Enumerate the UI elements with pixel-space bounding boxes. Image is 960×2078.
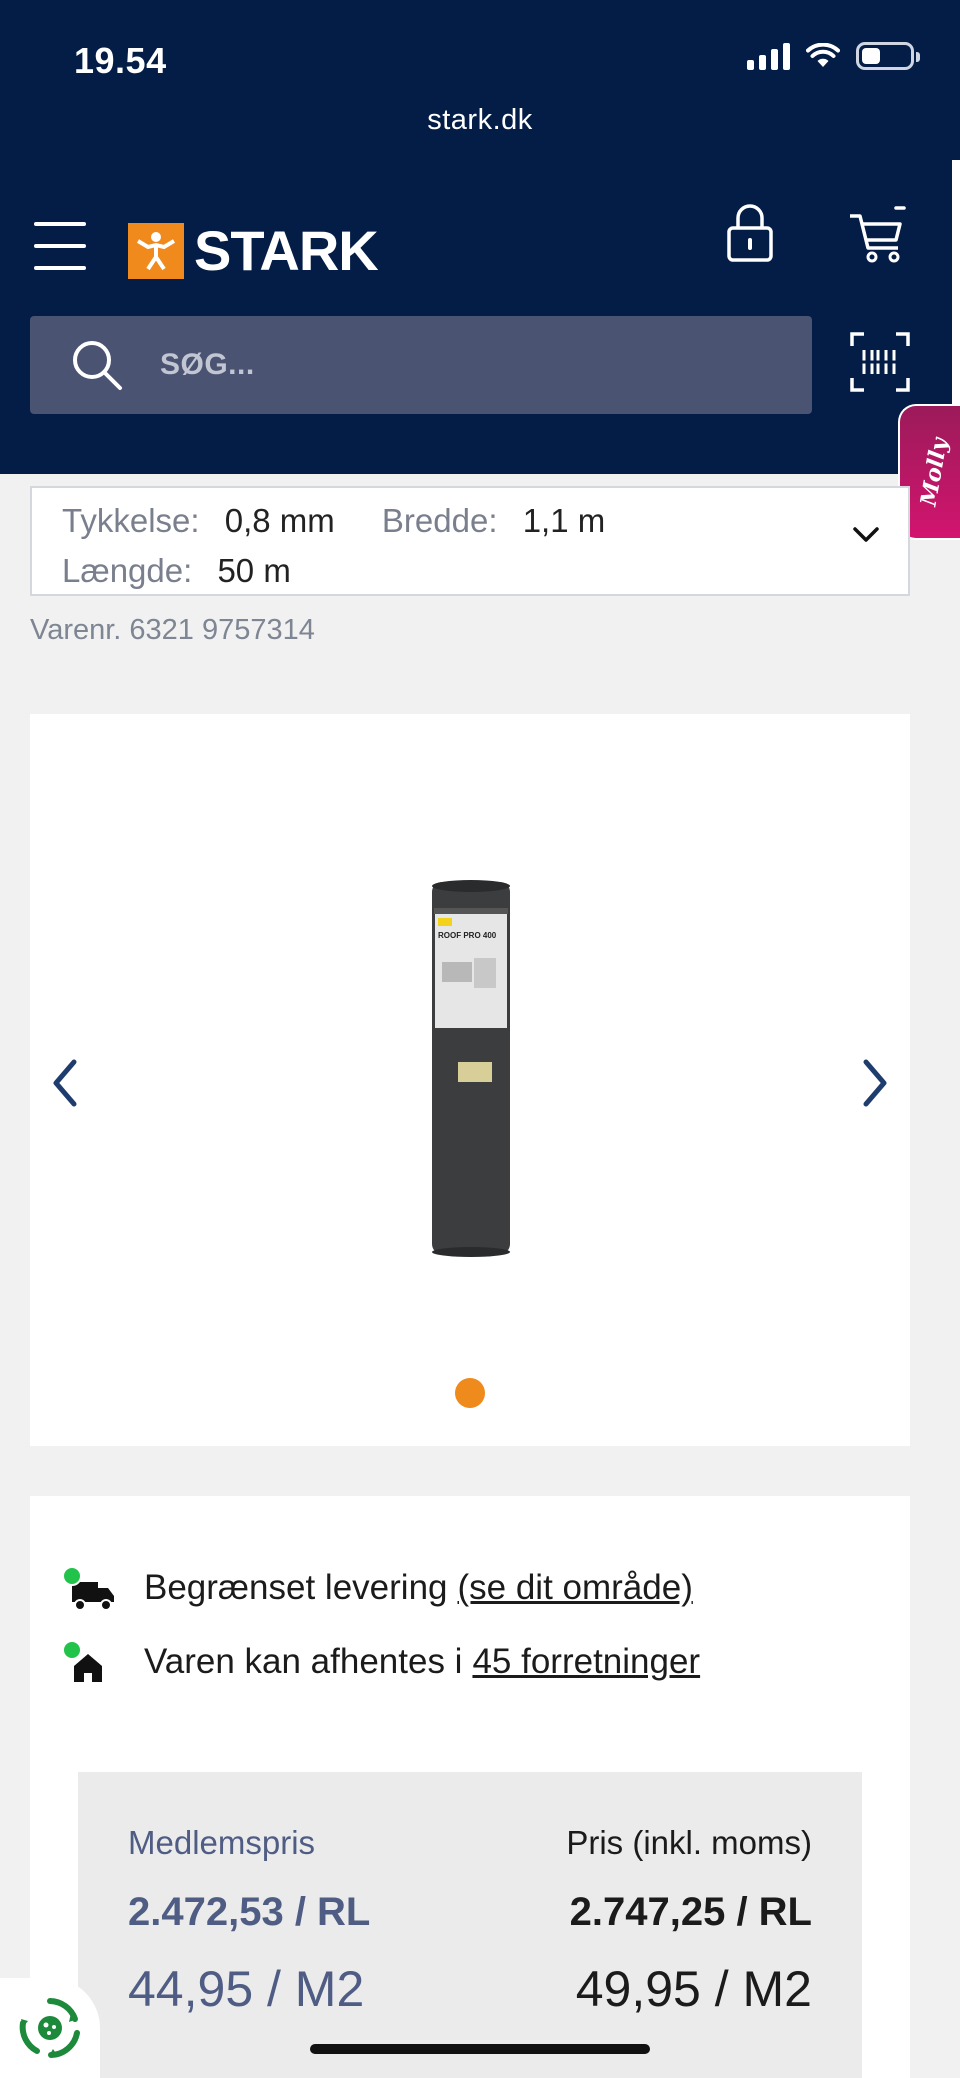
signal-icon (747, 42, 790, 70)
battery-icon (856, 42, 920, 70)
logo-mark-icon (128, 222, 184, 279)
variant-selector[interactable]: Tykkelse: 0,8 mm Bredde: 1,1 m Længde: 5… (30, 486, 910, 596)
barcode-scan-button[interactable] (850, 332, 910, 397)
delivery-text: Begrænset levering (144, 1568, 448, 1607)
width-label: Bredde: (381, 502, 498, 539)
price-label: Pris (inkl. moms) (566, 1824, 812, 1861)
search-icon[interactable] (70, 338, 124, 392)
search-bar[interactable] (30, 316, 812, 414)
product-image[interactable]: ROOF PRO 400 (428, 878, 514, 1258)
item-number: Varenr. 6321 9757314 (30, 614, 315, 646)
member-price-label: Medlemspris (128, 1824, 316, 1861)
cart-icon (850, 206, 906, 263)
member-price: 2.472,53 / RL (128, 1890, 371, 1934)
variant-row-length: Længde: 50 m (62, 552, 291, 590)
logo-text: STARK (194, 219, 379, 282)
search-input[interactable] (160, 348, 720, 382)
barcode-scan-icon (850, 332, 910, 392)
browser-url[interactable]: stark.dk (0, 104, 960, 137)
gallery-dot-active[interactable] (455, 1378, 485, 1408)
delivery-status: Begrænset levering (se dit område) (62, 1566, 693, 1611)
chevron-down-icon[interactable] (852, 526, 880, 544)
home-indicator[interactable] (310, 2044, 650, 2054)
store-home-icon (62, 1640, 116, 1684)
wifi-icon (806, 43, 840, 67)
status-icons (747, 42, 920, 70)
stores-link[interactable]: 45 forretninger (472, 1642, 700, 1682)
cookie-settings-icon (19, 1998, 80, 2058)
lock-icon (727, 204, 773, 262)
product-label-text: ROOF PRO 400 (438, 931, 497, 940)
length-value: 50 m (217, 552, 291, 589)
price-panel: Medlemspris 2.472,53 / RL 44,95 / M2 Pri… (78, 1772, 862, 2078)
member-unit-price: 44,95 / M2 (128, 1961, 365, 2017)
product-gallery: ROOF PRO 400 (30, 714, 910, 1446)
cookie-settings-button[interactable] (0, 1978, 100, 2078)
cart-button[interactable] (848, 206, 908, 269)
price: 2.747,25 / RL (569, 1890, 812, 1934)
length-label: Længde: (62, 552, 193, 589)
unit-price: 49,95 / M2 (575, 1961, 812, 2017)
chevron-right-icon[interactable] (860, 1058, 890, 1108)
variant-row-dimensions: Tykkelse: 0,8 mm Bredde: 1,1 m (62, 502, 605, 540)
site-header: 19.54 stark.dk STARK (0, 0, 960, 474)
pickup-status: Varen kan afhentes i 45 forretninger (62, 1640, 700, 1684)
chevron-left-icon[interactable] (50, 1058, 80, 1108)
thickness-label: Tykkelse: (62, 502, 200, 539)
molly-label: Molly (915, 435, 953, 509)
delivery-truck-icon (62, 1566, 116, 1611)
status-time: 19.54 (74, 40, 167, 81)
available-dot (62, 1640, 82, 1660)
menu-button[interactable] (34, 222, 86, 270)
delivery-area-link[interactable]: (se dit område) (458, 1568, 693, 1608)
width-value: 1,1 m (522, 502, 606, 539)
thickness-value: 0,8 mm (224, 502, 335, 539)
scrollbar[interactable] (952, 160, 960, 404)
login-button[interactable] (726, 202, 774, 267)
pickup-text: Varen kan afhentes i (144, 1642, 463, 1681)
stark-logo[interactable]: STARK (128, 218, 379, 283)
available-dot (62, 1566, 82, 1586)
